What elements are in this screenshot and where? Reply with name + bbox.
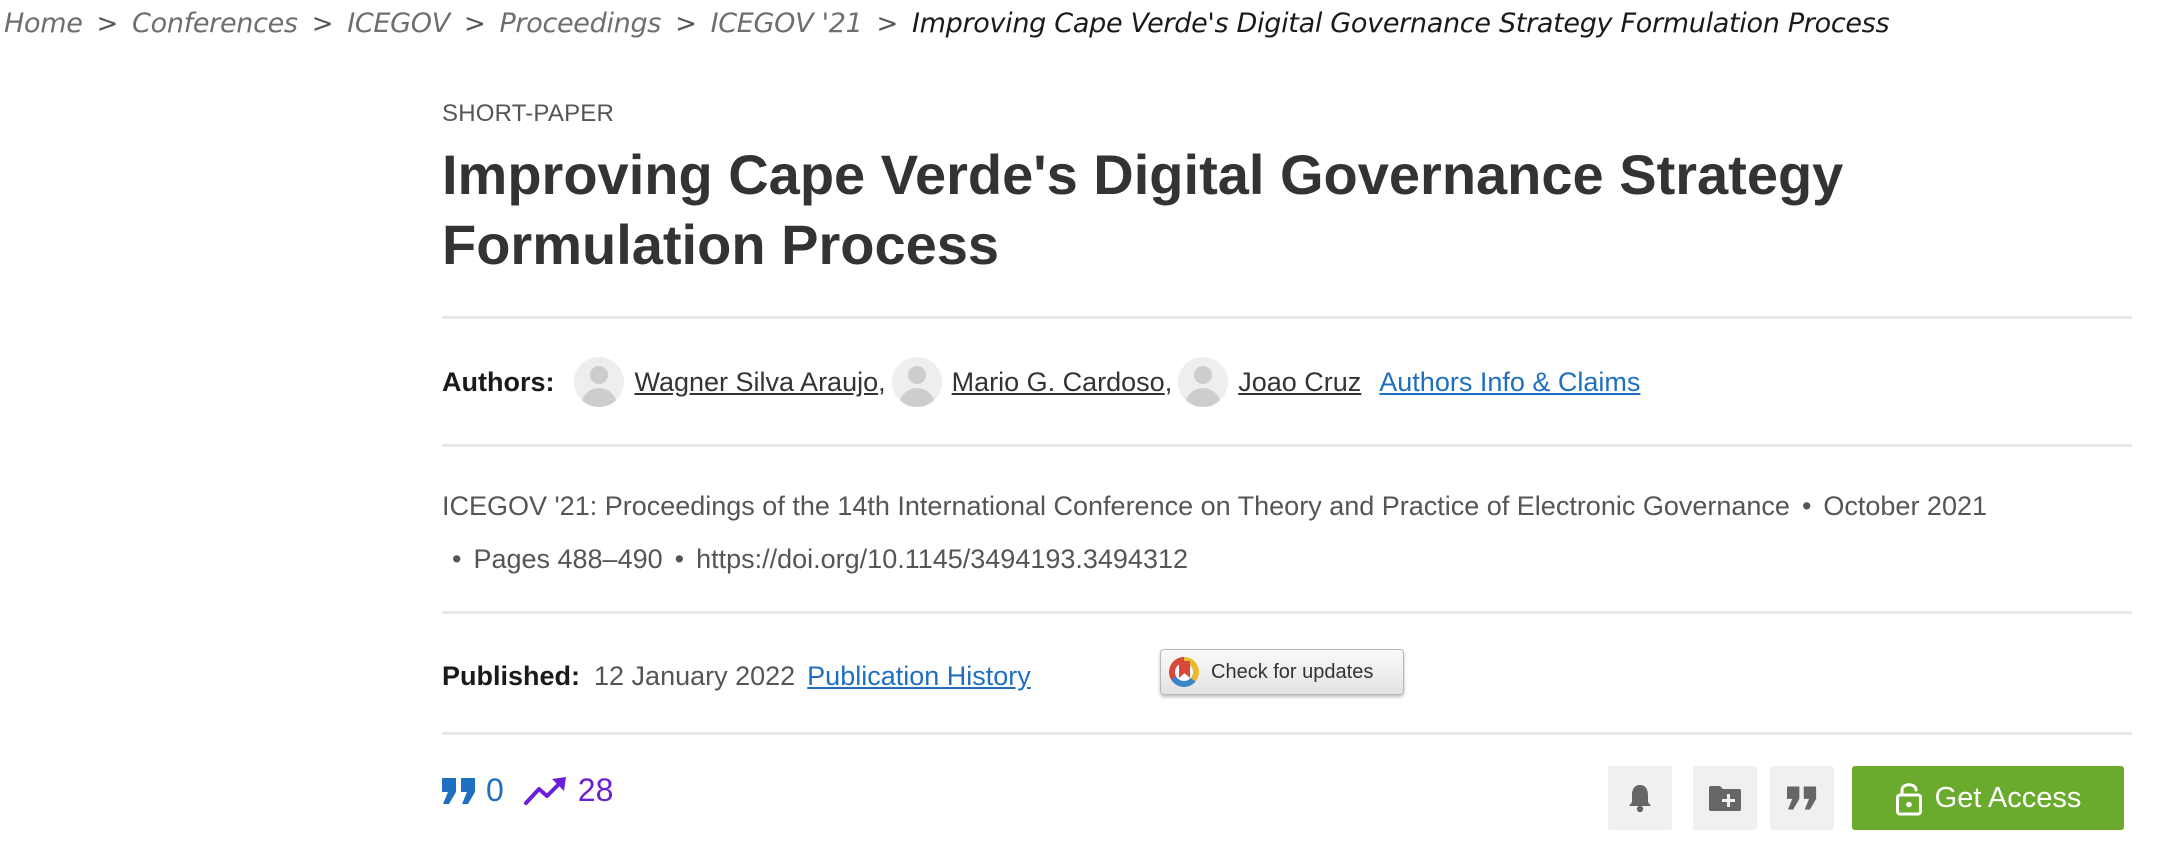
downloads-metric[interactable]: 28 xyxy=(523,772,614,809)
article-type: SHORT-PAPER xyxy=(442,100,615,127)
get-access-button[interactable]: Get Access xyxy=(1852,766,2124,830)
bell-icon xyxy=(1627,783,1653,813)
publication-date: October 2021 xyxy=(1823,491,1987,521)
citation-count: 0 xyxy=(486,772,504,808)
article-metrics: 0 28 xyxy=(442,772,613,809)
authors-info-link[interactable]: Authors Info & Claims xyxy=(1379,367,1640,398)
author-name[interactable]: Mario G. Cardoso xyxy=(952,367,1165,398)
breadcrumb-icegov-21[interactable]: ICEGOV '21 xyxy=(711,8,863,39)
lock-icon xyxy=(1895,780,1923,816)
bullet: • xyxy=(1801,491,1812,521)
breadcrumb: Home > Conferences > ICEGOV > Proceeding… xyxy=(4,8,1890,39)
author-joao-cruz[interactable]: Joao Cruz xyxy=(1178,357,1361,407)
breadcrumb-separator: > xyxy=(463,8,486,39)
add-to-binder-button[interactable] xyxy=(1693,766,1757,830)
downloads-count: 28 xyxy=(577,772,614,808)
avatar-icon xyxy=(891,357,942,407)
published-row: Published: 12 January 2022 Publication H… xyxy=(442,661,1031,692)
trending-up-icon xyxy=(523,776,568,806)
breadcrumb-separator: > xyxy=(96,8,119,39)
breadcrumb-home[interactable]: Home xyxy=(4,8,83,39)
bullet: • xyxy=(674,544,685,574)
add-to-folder-icon xyxy=(1708,784,1742,812)
alert-button[interactable] xyxy=(1608,766,1672,830)
published-label: Published: xyxy=(442,661,581,691)
quote-icon xyxy=(442,777,476,804)
divider xyxy=(442,444,2132,447)
bullet: • xyxy=(452,544,462,574)
author-name[interactable]: Wagner Silva Araujo xyxy=(634,367,878,398)
citation-metric[interactable]: 0 xyxy=(442,772,524,809)
get-access-label: Get Access xyxy=(1934,781,2082,814)
breadcrumb-separator: > xyxy=(311,8,334,39)
publication-meta: ICEGOV '21: Proceedings of the 14th Inte… xyxy=(442,480,2102,586)
avatar-icon xyxy=(574,357,625,407)
check-for-updates-button[interactable]: Check for updates xyxy=(1160,649,1404,695)
avatar-icon xyxy=(1178,357,1229,407)
divider xyxy=(442,732,2132,735)
crossmark-icon xyxy=(1169,657,1199,687)
divider xyxy=(442,611,2132,614)
page-title: Improving Cape Verde's Digital Governanc… xyxy=(442,143,1844,276)
breadcrumb-separator: > xyxy=(675,8,697,39)
proceedings-link[interactable]: ICEGOV '21: Proceedings of the 14th Inte… xyxy=(442,491,1790,521)
publication-history-link[interactable]: Publication History xyxy=(807,661,1031,692)
breadcrumb-conferences[interactable]: Conferences xyxy=(132,8,298,39)
author-mario-g-cardoso[interactable]: Mario G. Cardoso xyxy=(891,357,1165,407)
divider xyxy=(442,316,2132,319)
export-citation-button[interactable] xyxy=(1770,766,1834,830)
breadcrumb-proceedings[interactable]: Proceedings xyxy=(499,8,661,39)
doi-link[interactable]: https://doi.org/10.1145/3494193.3494312 xyxy=(696,544,1188,574)
published-date: 12 January 2022 xyxy=(594,661,796,691)
authors-label: Authors: xyxy=(442,366,555,397)
author-wagner-silva-araujo[interactable]: Wagner Silva Araujo xyxy=(574,357,878,407)
quote-icon xyxy=(1787,786,1817,810)
page-range: Pages 488–490 xyxy=(473,544,663,574)
author-name[interactable]: Joao Cruz xyxy=(1238,367,1361,398)
author-separator: , xyxy=(1164,366,1173,397)
author-separator: , xyxy=(878,366,886,397)
check-for-updates-label: Check for updates xyxy=(1211,660,1374,683)
breadcrumb-separator: > xyxy=(876,8,898,39)
breadcrumb-icegov[interactable]: ICEGOV xyxy=(347,8,450,39)
breadcrumb-current: Improving Cape Verde's Digital Governanc… xyxy=(911,8,1890,39)
authors-row: Authors: Wagner Silva Araujo , Mario G. … xyxy=(442,357,1640,407)
